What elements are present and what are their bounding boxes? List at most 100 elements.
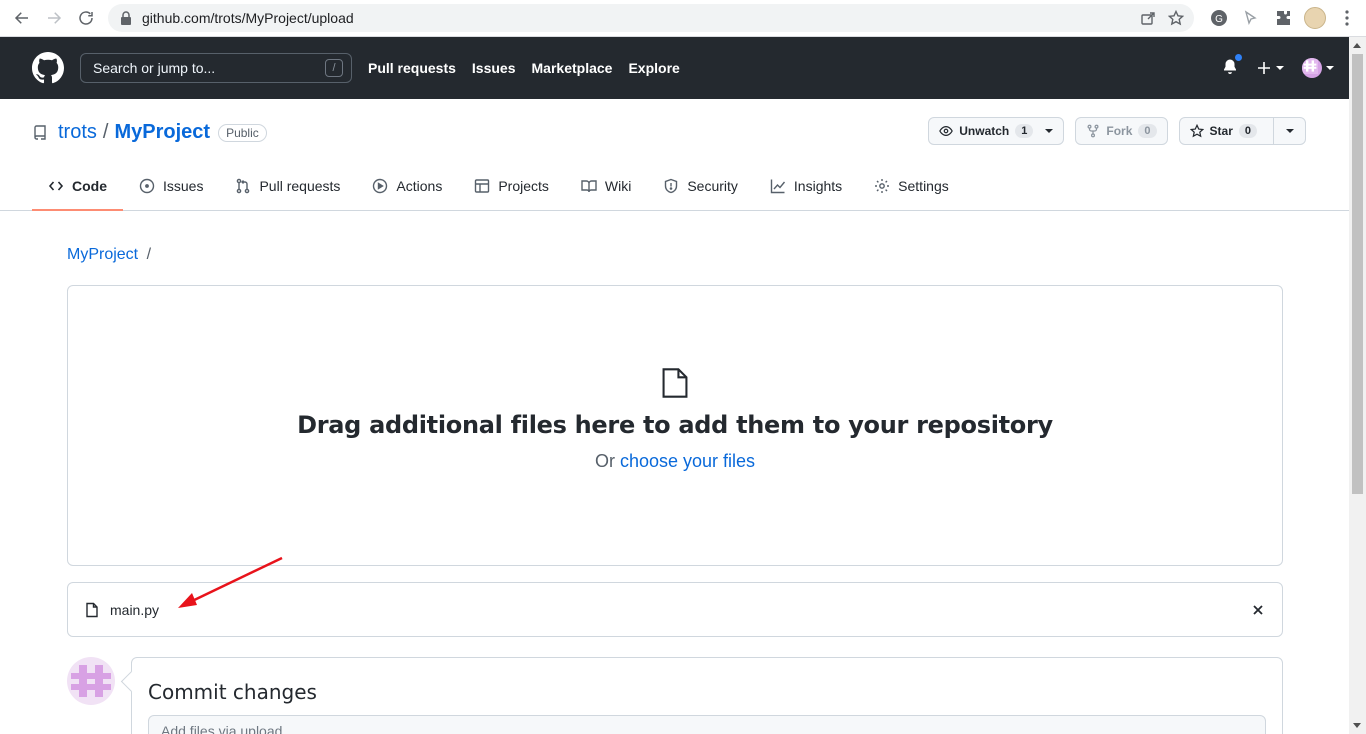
url-text: github.com/trots/MyProject/upload [142,10,354,26]
browser-menu-icon[interactable] [1336,7,1358,29]
reload-icon[interactable] [70,2,102,34]
repo-name-link[interactable]: MyProject [114,121,210,144]
address-bar[interactable]: github.com/trots/MyProject/upload [108,4,1194,32]
bookmark-star-icon[interactable] [1168,10,1184,26]
repo-owner-link[interactable]: trots [58,121,97,144]
file-icon [662,368,688,398]
star-list-dropdown[interactable] [1273,118,1305,144]
tab-pull-requests[interactable]: Pull requests [219,162,356,210]
visibility-badge: Public [218,123,267,142]
fork-button-group: Fork 0 [1075,117,1168,145]
create-new-menu[interactable] [1256,60,1284,76]
tab-security[interactable]: Security [647,162,754,210]
tab-label: Security [687,178,738,194]
eye-icon [939,126,954,136]
browser-profile-avatar[interactable] [1304,7,1326,29]
tab-issues[interactable]: Issues [123,162,219,210]
github-header: Search or jump to... / Pull requests Iss… [0,37,1366,99]
tab-wiki[interactable]: Wiki [565,162,647,210]
repo-tabs: Code Issues Pull requests Actions Projec… [32,162,965,211]
star-icon [1189,124,1204,138]
commit-panel: Commit changes [131,657,1283,734]
code-icon [48,181,64,191]
tab-projects[interactable]: Projects [458,162,565,210]
tab-label: Wiki [604,178,632,194]
nav-explore[interactable]: Explore [628,60,679,76]
fork-button[interactable]: Fork 0 [1076,118,1166,144]
tab-label: Settings [898,178,949,194]
nav-pull-requests[interactable]: Pull requests [368,60,456,76]
search-input[interactable]: Search or jump to... / [80,53,352,83]
play-icon [373,178,388,194]
file-icon [86,602,98,617]
user-menu[interactable] [1302,58,1334,78]
breadcrumb: MyProject / [67,246,151,264]
tab-label: Projects [498,178,549,194]
watch-button[interactable]: Unwatch 1 [929,118,1063,144]
choose-files-link[interactable]: choose your files [620,451,755,471]
star-button[interactable]: Star 0 [1180,118,1273,144]
commit-message-input[interactable] [148,715,1266,734]
share-icon[interactable] [1140,10,1156,26]
scrollbar-thumb[interactable] [1352,54,1363,494]
repo-separator: / [102,121,109,143]
search-placeholder: Search or jump to... [93,60,216,76]
scroll-down-icon[interactable] [1353,723,1361,728]
file-dropzone[interactable]: Drag additional files here to add them t… [67,285,1283,566]
repo-header: trots / MyProject Public Unwatch 1 Fork … [0,99,1366,211]
notifications-bell-icon[interactable] [1222,52,1243,79]
github-logo-icon[interactable] [32,52,64,84]
scrollbar[interactable] [1349,37,1366,734]
watch-button-group: Unwatch 1 [928,117,1065,145]
watch-label: Unwatch [959,124,1010,138]
commit-title: Commit changes [148,680,317,704]
shield-icon [665,178,678,194]
repo-title: trots / MyProject Public [32,121,267,144]
avatar [67,657,115,705]
extensions-puzzle-icon[interactable] [1272,7,1294,29]
lock-icon [121,11,131,25]
extension-grammarly-icon[interactable]: G [1208,7,1230,29]
tab-label: Actions [396,178,443,194]
uploaded-file-name: main.py [110,601,160,618]
tab-label: Code [72,178,107,194]
nav-marketplace[interactable]: Marketplace [532,60,613,76]
global-nav: Pull requests Issues Marketplace Explore [368,60,680,76]
dropzone-headline: Drag additional files here to add them t… [297,411,1053,439]
avatar [1302,58,1322,78]
or-text: Or [594,451,615,471]
chevron-down-icon [1276,66,1284,70]
repo-icon [34,124,46,140]
issue-icon [139,178,155,194]
star-label: Star [1209,124,1233,138]
fork-icon [1087,124,1099,138]
search-shortcut-key: / [325,59,343,77]
arrow-left-icon[interactable] [6,2,38,34]
chevron-down-icon [1285,129,1294,133]
dropzone-subtext: Or choose your files [595,451,755,472]
tab-actions[interactable]: Actions [356,162,458,210]
breadcrumb-repo-link[interactable]: MyProject [67,246,138,263]
tab-label: Pull requests [259,178,341,194]
plus-icon [1258,62,1270,74]
tab-settings[interactable]: Settings [858,162,965,210]
chevron-down-icon [1326,66,1334,70]
nav-issues[interactable]: Issues [472,60,516,76]
close-icon[interactable] [1250,602,1266,618]
repo-actions: Unwatch 1 Fork 0 Star 0 [928,117,1306,145]
svg-text:G: G [1215,14,1223,25]
fork-label: Fork [1106,124,1133,138]
browser-toolbar: github.com/trots/MyProject/upload G [0,0,1366,37]
graph-icon [770,179,785,194]
fork-count: 0 [1138,124,1157,138]
pull-request-icon [237,178,250,194]
arrow-right-icon[interactable] [38,2,70,34]
tab-code[interactable]: Code [32,162,123,211]
tab-insights[interactable]: Insights [754,162,858,210]
book-icon [581,180,597,193]
extension-cursor-icon[interactable] [1240,7,1262,29]
watch-count: 1 [1015,124,1034,138]
tab-label: Insights [793,178,843,194]
notification-dot [1234,52,1243,62]
scroll-up-icon[interactable] [1353,43,1361,48]
